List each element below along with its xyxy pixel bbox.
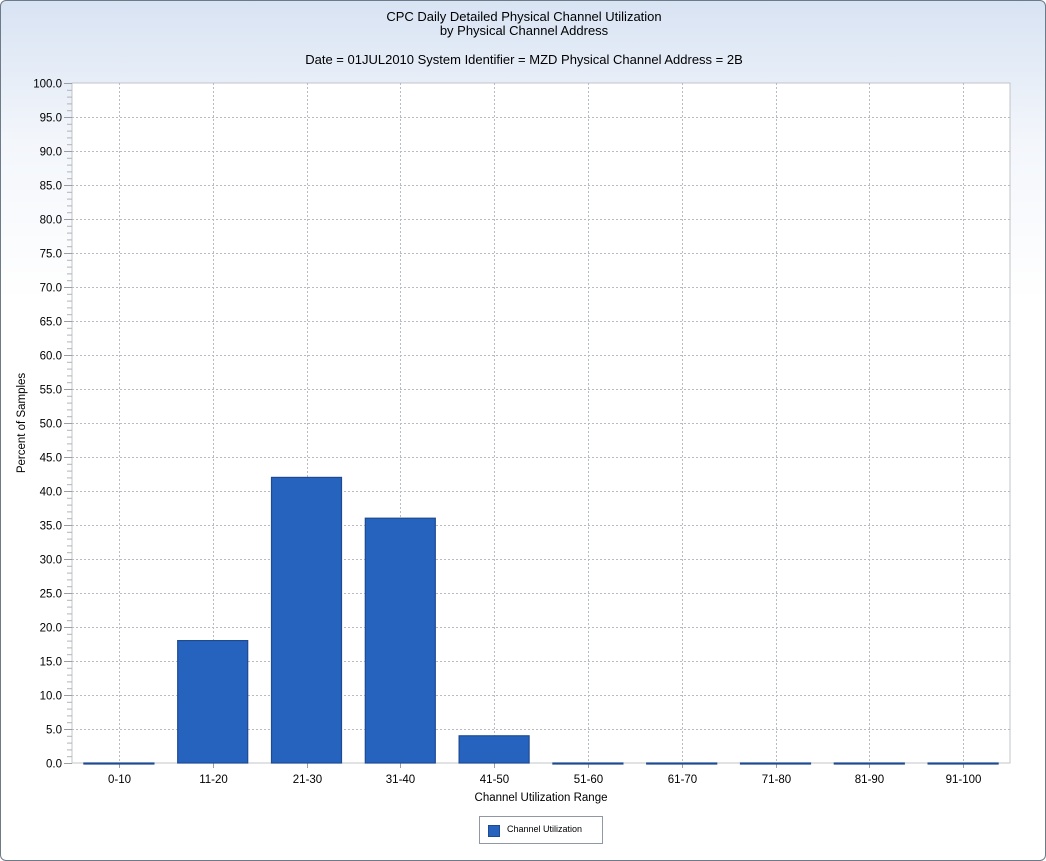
x-tick-label: 61-70 <box>668 774 697 786</box>
y-tick-label: 35.0 <box>40 521 62 533</box>
y-tick-label: 90.0 <box>40 147 62 159</box>
bar-81-90 <box>833 762 905 765</box>
x-tick-label: 21-30 <box>293 774 322 786</box>
bar-51-60 <box>552 762 624 765</box>
y-tick-label: 65.0 <box>40 317 62 329</box>
y-tick-label: 60.0 <box>40 351 62 363</box>
y-tick-label: 80.0 <box>40 215 62 227</box>
bar-11-20 <box>177 639 249 764</box>
x-tick-label: 71-80 <box>762 774 791 786</box>
bar-21-30 <box>270 476 343 764</box>
x-tick-label: 91-100 <box>946 774 982 786</box>
y-tick-label: 95.0 <box>40 113 62 125</box>
y-tick-label: 5.0 <box>46 725 62 737</box>
y-tick-label: 15.0 <box>40 657 62 669</box>
y-tick-label: 55.0 <box>40 385 62 397</box>
y-tick-label: 100.0 <box>33 79 62 91</box>
x-tick-label: 0-10 <box>108 774 131 786</box>
x-tick-label: 51-60 <box>574 774 603 786</box>
y-axis-label: Percent of Samples <box>16 373 28 474</box>
bar-71-80 <box>739 762 812 765</box>
x-tick-label: 31-40 <box>386 774 415 786</box>
y-tick-label: 30.0 <box>40 555 62 567</box>
y-tick-label: 85.0 <box>40 181 62 193</box>
y-tick-label: 25.0 <box>40 589 62 601</box>
bar-31-40 <box>364 517 436 764</box>
y-tick-label: 50.0 <box>40 419 62 431</box>
y-tick-label: 0.0 <box>46 759 62 771</box>
x-tick-label: 41-50 <box>480 774 509 786</box>
y-tick-label: 20.0 <box>40 623 62 635</box>
bar-41-50 <box>458 735 530 764</box>
legend-label: Channel Utilization <box>507 824 583 834</box>
x-tick-label: 11-20 <box>199 774 228 786</box>
y-tick-label: 10.0 <box>40 691 62 703</box>
bar-chart: 0.0 5.0 10.0 15.0 20.0 25.0 30.0 35.0 40.0 45.0 50… <box>16 79 1011 804</box>
y-tick-label: 70.0 <box>40 283 62 295</box>
legend-swatch <box>488 825 500 837</box>
x-axis-label: Channel Utilization Range <box>475 792 608 804</box>
bar-61-70 <box>646 762 718 765</box>
y-tick-label: 45.0 <box>40 453 62 465</box>
bar-0-10 <box>83 762 155 765</box>
legend: Channel Utilization <box>479 816 603 844</box>
y-tick-label: 40.0 <box>40 487 62 499</box>
bar-91-100 <box>927 762 999 765</box>
y-tick-label: 75.0 <box>40 249 62 261</box>
x-tick-label: 81-90 <box>855 774 884 786</box>
